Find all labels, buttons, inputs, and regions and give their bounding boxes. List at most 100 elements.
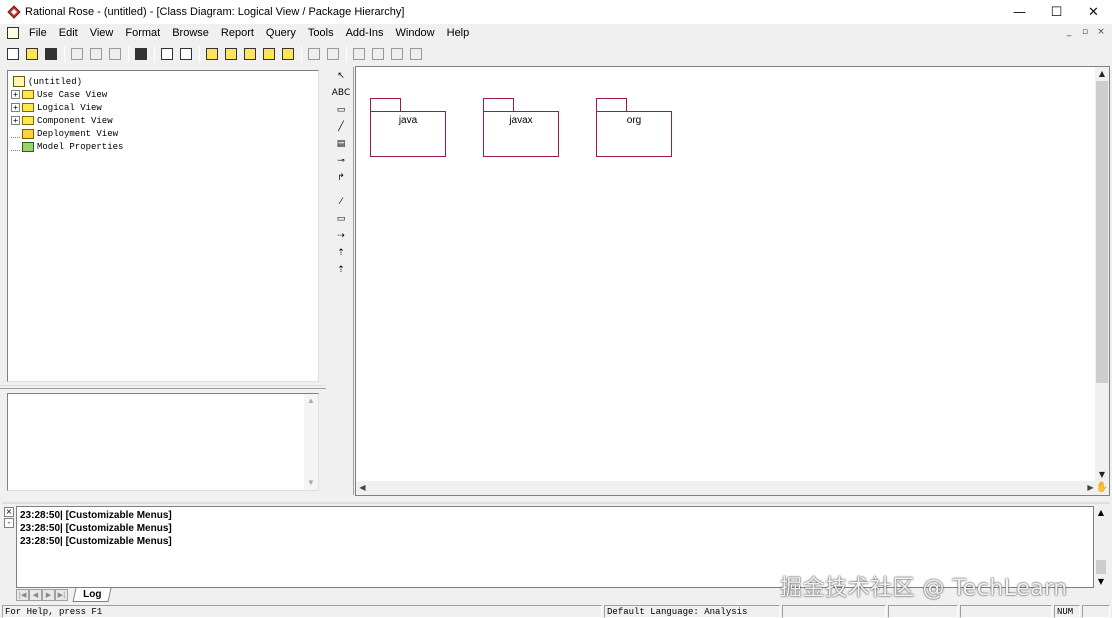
log-line: 23:28:50| [Customizable Menus] <box>20 536 172 547</box>
interface-icon[interactable]: ⊸ <box>330 153 352 169</box>
view-doc-button[interactable] <box>177 45 195 63</box>
text-tool[interactable]: ABC <box>330 85 352 101</box>
save-icon <box>45 47 57 60</box>
dependency-icon[interactable]: ⇢ <box>330 228 352 244</box>
undo-fit-icon <box>410 47 422 60</box>
menu-edit[interactable]: Edit <box>53 24 84 42</box>
note-icon[interactable]: ▭ <box>330 102 352 118</box>
document-system-menu-icon[interactable] <box>7 27 19 39</box>
unidirectional-association-icon[interactable]: ⁄ <box>330 194 352 210</box>
tab-next-icon[interactable]: ▶ <box>42 589 55 601</box>
minimize-button[interactable]: — <box>1001 0 1038 24</box>
log-restore-icon[interactable]: ‑ <box>4 518 14 528</box>
browse-class-diagram-button[interactable] <box>203 45 221 63</box>
scroll-down-icon[interactable]: ▼ <box>304 476 318 490</box>
menu-view[interactable]: View <box>84 24 120 42</box>
class-diagram-canvas[interactable]: java javax org ▲ ▼ ◀ ▶ ✋ <box>355 66 1110 496</box>
pan-hand-icon[interactable]: ✋ <box>1095 481 1109 495</box>
menu-file[interactable]: File <box>23 24 53 42</box>
copy-button[interactable] <box>87 45 105 63</box>
browse-interaction-diagram-icon <box>225 47 237 60</box>
package-name: javax <box>509 115 533 126</box>
scroll-down-icon[interactable]: ▼ <box>1094 575 1108 588</box>
browser-tree: (untitled) + Use Case View + Logical Vie… <box>11 75 123 153</box>
diagram-vertical-scrollbar[interactable]: ▲ ▼ <box>1095 67 1109 481</box>
toolbox-separator <box>328 187 353 193</box>
package-icon[interactable]: ▭ <box>330 211 352 227</box>
scroll-thumb[interactable] <box>1096 81 1108 383</box>
menu-format[interactable]: Format <box>119 24 166 42</box>
tree-item-component-view[interactable]: + Component View <box>11 114 123 127</box>
diagram-horizontal-scrollbar[interactable]: ◀ ▶ <box>356 481 1097 495</box>
association-icon[interactable]: ↱ <box>330 170 352 186</box>
tab-last-icon[interactable]: ▶| <box>55 589 68 601</box>
tree-item-logical-view[interactable]: + Logical View <box>11 101 123 114</box>
menu-report[interactable]: Report <box>215 24 260 42</box>
model-browser[interactable]: (untitled) + Use Case View + Logical Vie… <box>7 70 319 382</box>
scroll-up-icon[interactable]: ▲ <box>1095 67 1109 80</box>
maximize-button[interactable]: ☐ <box>1038 0 1075 24</box>
open-button[interactable] <box>23 45 41 63</box>
expand-plus-icon[interactable]: + <box>11 116 20 125</box>
menu-browse[interactable]: Browse <box>166 24 215 42</box>
scroll-down-icon[interactable]: ▼ <box>1095 468 1109 481</box>
fit-in-window-button[interactable] <box>388 45 406 63</box>
print-button[interactable] <box>132 45 150 63</box>
realize-icon[interactable]: ⇡ <box>330 262 352 278</box>
menu-help[interactable]: Help <box>441 24 476 42</box>
zoom-out-button[interactable] <box>369 45 387 63</box>
tree-item-model-properties[interactable]: Model Properties <box>11 140 123 153</box>
browse-interaction-diagram-button[interactable] <box>222 45 240 63</box>
context-help-button[interactable] <box>158 45 176 63</box>
tree-root[interactable]: (untitled) <box>11 75 123 88</box>
new-button[interactable] <box>4 45 22 63</box>
log-close-icon[interactable]: × <box>4 507 14 517</box>
go-previous-diagram-button[interactable] <box>305 45 323 63</box>
title-bar: Rational Rose - (untitled) - [Class Diag… <box>0 0 1112 24</box>
save-button[interactable] <box>42 45 60 63</box>
log-line: 23:28:50| [Customizable Menus] <box>20 510 172 521</box>
mdi-restore-button[interactable]: ▫ <box>1078 26 1092 39</box>
undo-fit-button[interactable] <box>407 45 425 63</box>
expand-plus-icon[interactable]: + <box>11 103 20 112</box>
documentation-pane[interactable]: ▲ ▼ <box>7 393 319 491</box>
back-button[interactable] <box>324 45 342 63</box>
scroll-up-icon[interactable]: ▲ <box>1094 506 1108 519</box>
scroll-thumb[interactable] <box>1096 560 1106 574</box>
documentation-scrollbar[interactable]: ▲ ▼ <box>304 394 318 490</box>
browser-splitter[interactable] <box>0 385 326 389</box>
zoom-in-button[interactable] <box>350 45 368 63</box>
browse-component-diagram-button[interactable] <box>241 45 259 63</box>
expand-plus-icon[interactable]: + <box>11 90 20 99</box>
diagram-toolbox: ↖ ABC ▭ ╱ ▤ ⊸ ↱ ⁄ ▭ ⇢ ⇡ ⇡ <box>328 67 354 495</box>
tree-item-label: Use Case View <box>37 89 108 100</box>
menu-add-ins[interactable]: Add-Ins <box>340 24 390 42</box>
folder-icon <box>22 90 34 99</box>
selection-arrow-icon[interactable]: ↖ <box>330 68 352 84</box>
mdi-close-button[interactable]: × <box>1094 26 1108 39</box>
close-button[interactable]: ✕ <box>1075 0 1112 24</box>
menu-tools[interactable]: Tools <box>302 24 340 42</box>
anchor-note-icon[interactable]: ╱ <box>330 119 352 135</box>
tree-item-label: Logical View <box>37 102 102 113</box>
toolbar-separator <box>64 45 65 62</box>
class-icon[interactable]: ▤ <box>330 136 352 152</box>
log-scrollbar[interactable]: ▲ ▼ <box>1094 506 1108 588</box>
folder-icon <box>22 116 34 125</box>
status-empty-2 <box>888 605 958 618</box>
tab-prev-icon[interactable]: ◀ <box>29 589 42 601</box>
scroll-up-icon[interactable]: ▲ <box>304 394 318 408</box>
tree-item-use-case-view[interactable]: + Use Case View <box>11 88 123 101</box>
generalization-icon[interactable]: ⇡ <box>330 245 352 261</box>
tab-log[interactable]: Log <box>72 588 112 602</box>
tab-first-icon[interactable]: |◀ <box>16 589 29 601</box>
menu-window[interactable]: Window <box>390 24 441 42</box>
menu-query[interactable]: Query <box>260 24 302 42</box>
scroll-left-icon[interactable]: ◀ <box>356 481 369 495</box>
tree-item-deployment-view[interactable]: Deployment View <box>11 127 123 140</box>
cut-button[interactable] <box>68 45 86 63</box>
mdi-minimize-button[interactable]: _ <box>1062 26 1076 39</box>
browse-deployment-diagram-button[interactable] <box>260 45 278 63</box>
paste-button[interactable] <box>106 45 124 63</box>
browse-parent-button[interactable] <box>279 45 297 63</box>
